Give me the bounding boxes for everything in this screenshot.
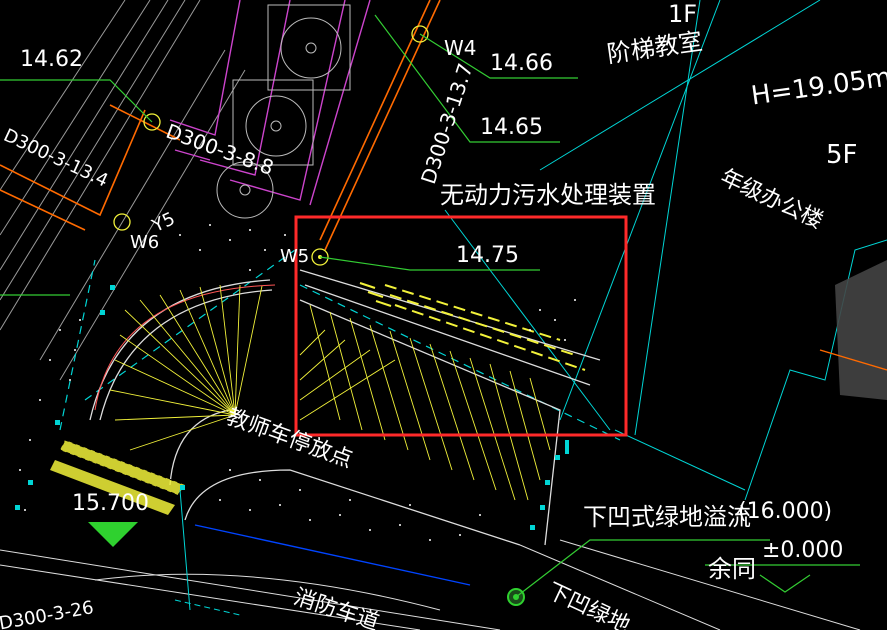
level-14-65: 14.65	[480, 115, 543, 140]
building-height-label: H=19.05m	[749, 62, 887, 111]
pipe-label-bottom: D300-3-26	[0, 597, 95, 630]
level-14-66: 14.66	[490, 51, 553, 76]
orange-pipe-lines	[0, 0, 441, 251]
room-label: 阶梯教室	[605, 27, 704, 68]
cyan-bottom-line	[174, 489, 241, 616]
well-w4-label: W4	[444, 36, 477, 60]
sunken-green-overflow-label: 下凹式绿地溢流	[583, 503, 751, 531]
pipe-label-13-4: D300-3-13.4	[0, 125, 111, 192]
overflow-level-label: (16.000)	[738, 499, 832, 524]
text-labels: 1F 阶梯教室 H=19.05m 5F 年级办公楼 W4 W5 W6 Y5 D3…	[0, 0, 887, 630]
bottom-road-lines	[0, 539, 861, 630]
tank-circles	[216, 4, 351, 219]
cad-drawing-canvas: 1F 阶梯教室 H=19.05m 5F 年级办公楼 W4 W5 W6 Y5 D3…	[0, 0, 887, 630]
building-name-label: 年级办公楼	[716, 165, 826, 234]
sunken-green-partial-label: 下凹绿地	[543, 579, 633, 630]
well-w5-label: W5	[280, 246, 309, 267]
level-triangle	[759, 574, 811, 593]
teacher-parking-label: 教师车停放点	[223, 405, 356, 474]
floor-5f-label: 5F	[826, 140, 858, 170]
level-zero: ±0.000	[762, 538, 843, 563]
well-w6-label: W6	[130, 232, 159, 253]
same-below-label: 余同	[708, 555, 756, 583]
level-14-62: 14.62	[20, 47, 83, 72]
level-14-75: 14.75	[456, 243, 519, 268]
sewage-device-label: 无动力污水处理装置	[440, 181, 656, 209]
yellow-parking-stripes	[359, 282, 586, 371]
pipe-label-13-7: D300-3-13.7	[416, 60, 478, 187]
elevation-triangle-icon	[88, 522, 138, 547]
level-15-700: 15.700	[72, 491, 149, 516]
hatched-patch-right	[819, 260, 887, 400]
fire-lane-partial-label: 消防车道	[291, 585, 382, 630]
floor-1f-label: 1F	[668, 0, 697, 28]
